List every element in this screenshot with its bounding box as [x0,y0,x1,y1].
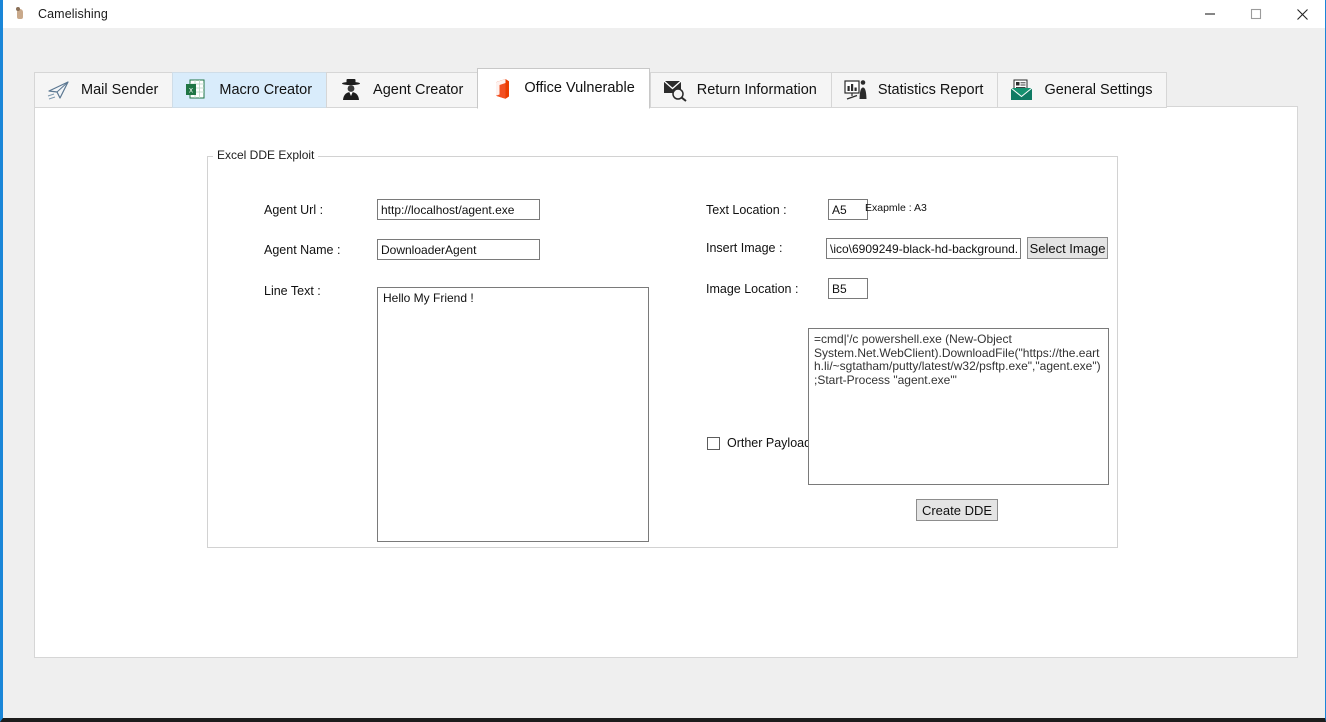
tab-mail-sender[interactable]: Mail Sender [34,72,173,108]
close-icon [1296,8,1308,20]
tab-label: Office Vulnerable [524,80,635,97]
line-text-input[interactable] [377,287,649,542]
tab-label: Return Information [696,81,817,98]
tab-label: Mail Sender [81,81,159,98]
close-button[interactable] [1279,0,1325,28]
agent-name-label: Agent Name : [264,243,341,257]
tab-return-information[interactable]: Return Information [649,72,831,108]
envelope-card-icon [1009,78,1035,102]
insert-image-label: Insert Image : [706,241,783,255]
agent-url-input[interactable] [377,199,540,220]
paper-plane-icon [46,78,72,102]
tab-macro-creator[interactable]: x Macro Creator [172,72,327,108]
tab-label: General Settings [1044,81,1153,98]
tab-content-office-vulnerable: Excel DDE Exploit Agent Url : Agent Name… [34,106,1298,658]
text-location-input[interactable] [828,199,868,220]
agent-url-label: Agent Url : [264,203,324,217]
window-title: Camelishing [38,7,108,21]
select-image-button[interactable]: Select Image [1027,237,1108,259]
group-title: Excel DDE Exploit [213,148,319,162]
create-dde-button[interactable]: Create DDE [916,499,998,521]
tab-label: Statistics Report [877,81,984,98]
text-location-hint: Exapmle : A3 [865,202,927,214]
tab-statistics-report[interactable]: Statistics Report [830,72,998,108]
tab-strip: Mail Sender x Macro Creator Agent Creato… [34,68,1298,109]
tab-general-settings[interactable]: General Settings [997,72,1168,108]
tab-label: Agent Creator [373,81,464,98]
title-bar: Camelishing [3,0,1325,28]
text-location-label: Text Location : [706,203,787,217]
maximize-icon [1250,8,1262,20]
presentation-icon [843,78,869,102]
image-location-label: Image Location : [706,282,799,296]
spy-agent-icon [338,78,364,102]
insert-image-input[interactable] [826,238,1021,259]
image-location-input[interactable] [828,278,868,299]
minimize-icon [1205,13,1215,15]
application-window: Camelishing Mail Sender x Macro Creator … [0,0,1326,722]
office-icon [489,77,515,101]
tab-agent-creator[interactable]: Agent Creator [326,72,478,108]
checkbox-box-icon [707,436,720,450]
minimize-button[interactable] [1187,0,1233,28]
other-payload-checkbox[interactable]: Orther Payload [707,436,811,450]
camel-icon [12,6,28,22]
line-text-label: Line Text : [264,284,321,298]
other-payload-label: Orther Payload [727,436,812,450]
excel-icon: x [184,78,210,102]
tab-office-vulnerable[interactable]: Office Vulnerable [477,68,650,109]
agent-name-input[interactable] [377,239,540,260]
tab-label: Macro Creator [219,81,313,98]
window-controls [1187,0,1325,28]
maximize-button[interactable] [1233,0,1279,28]
other-payload-input[interactable] [808,328,1109,485]
svg-text:x: x [189,86,193,95]
mail-search-icon [662,78,688,102]
